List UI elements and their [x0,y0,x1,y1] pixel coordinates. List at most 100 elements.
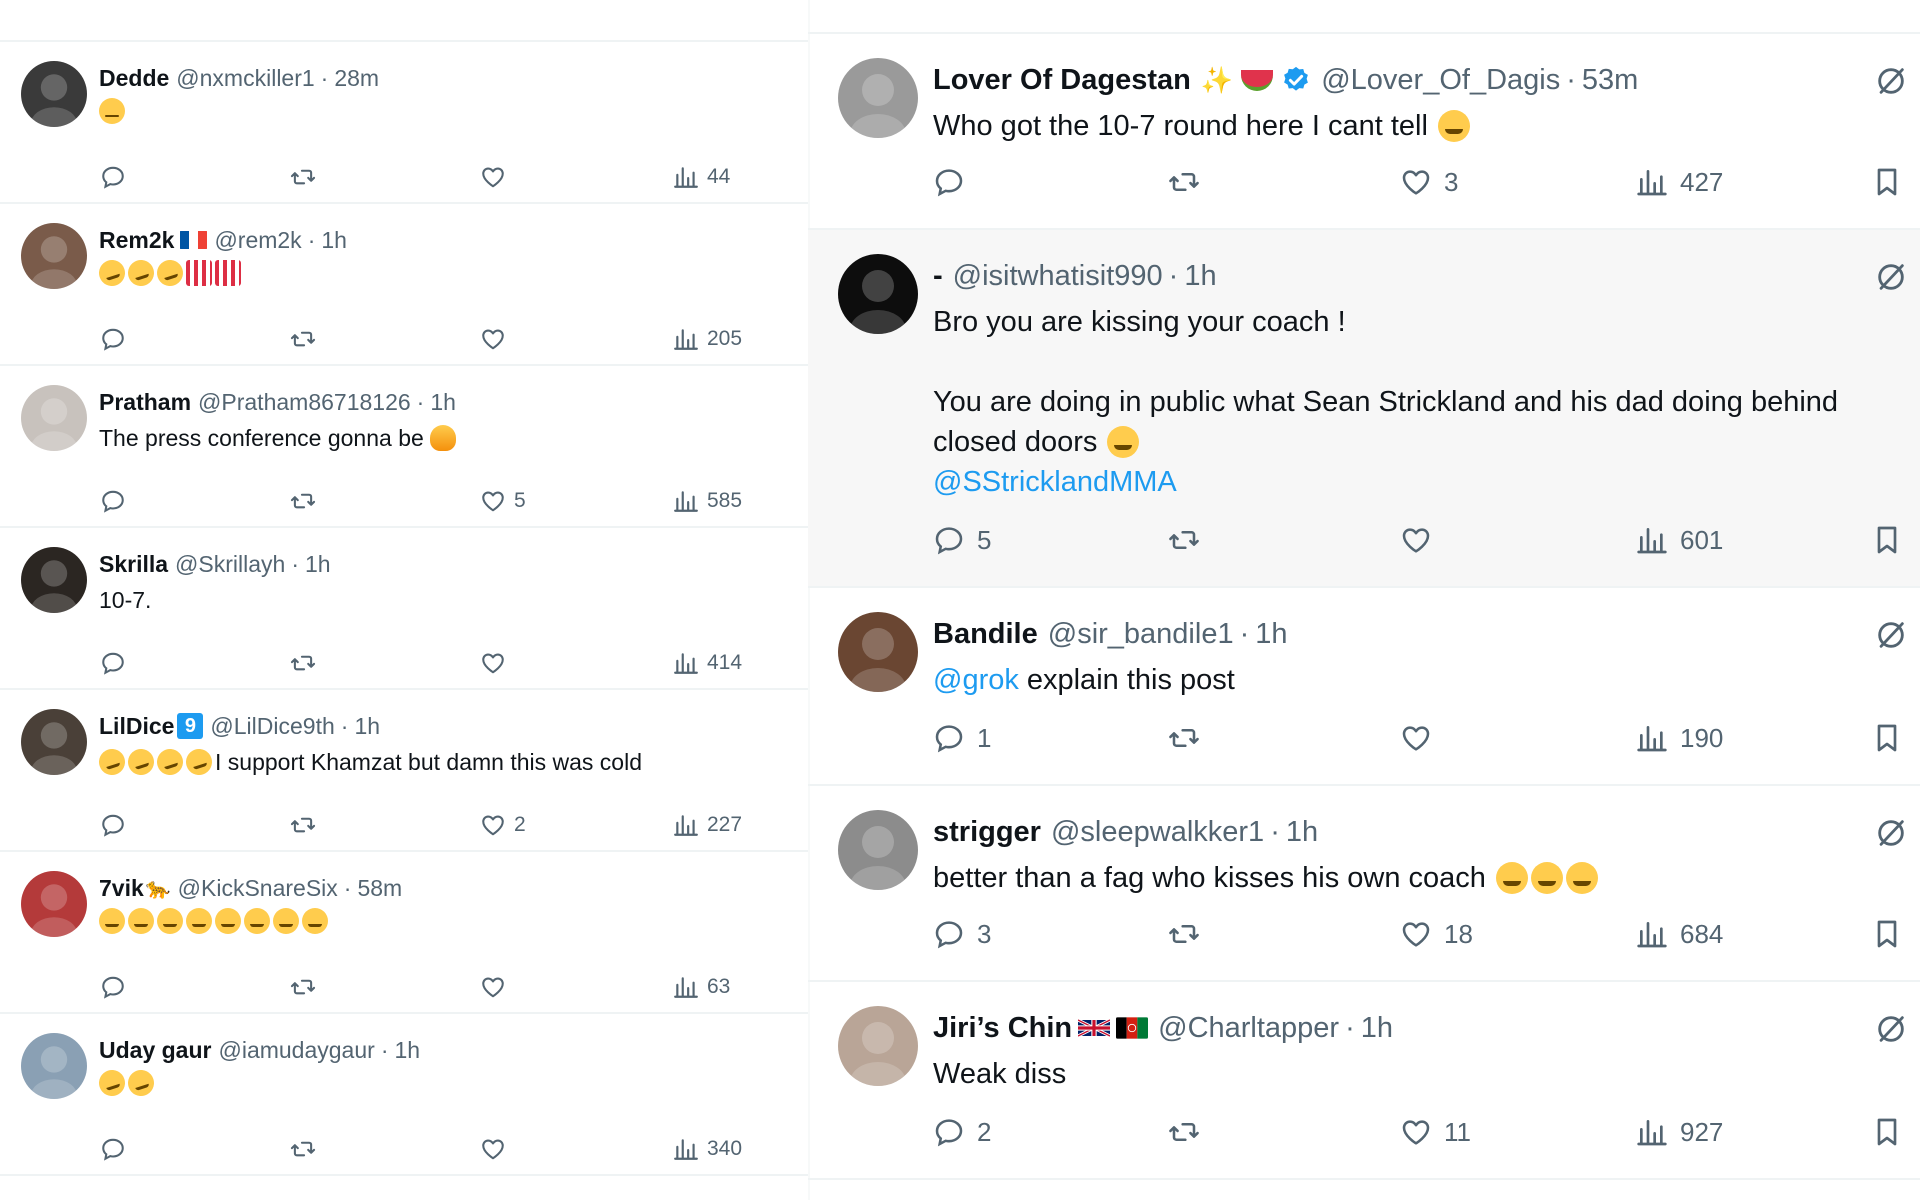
retweet-button[interactable] [290,163,316,191]
grok-icon[interactable] [1874,260,1908,299]
timestamp[interactable]: 1h [1184,260,1216,293]
user-handle[interactable]: @rem2k [214,227,301,254]
reply-tweet[interactable]: Rem2k @rem2k · 1h 205 [0,204,808,366]
retweet-button[interactable] [1168,720,1200,756]
reply-tweet[interactable]: Jiri’s Chin @Charltapper · 1h Weak diss 2 11 92… [808,982,1920,1180]
views-button[interactable]: 205 [673,325,742,353]
user-handle[interactable]: @Pratham86718126 [198,389,411,416]
reply-tweet[interactable]: Pratham @Pratham86718126 · 1h The press conf… [0,366,808,528]
timestamp[interactable]: 58m [357,875,402,902]
user-handle[interactable]: @sir_bandile1 [1048,618,1234,651]
user-handle[interactable]: @iamudaygaur [218,1037,374,1064]
user-handle[interactable]: @sleepwalkker1 [1051,816,1264,849]
views-button[interactable]: 927 [1636,1114,1723,1150]
retweet-button[interactable] [290,811,316,839]
user-handle[interactable]: @Skrillayh [175,551,285,578]
retweet-button[interactable] [290,487,316,515]
retweet-button[interactable] [1168,1114,1200,1150]
reply-tweet[interactable]: Bandile @sir_bandile1 · 1h @grok explain this… [808,588,1920,786]
avatar[interactable] [21,223,87,289]
like-button[interactable]: 2 [480,811,526,839]
views-button[interactable]: 227 [673,811,742,839]
reply-button[interactable] [100,649,126,677]
avatar[interactable] [21,871,87,937]
avatar[interactable] [21,61,87,127]
timestamp[interactable]: 1h [394,1037,420,1064]
display-name[interactable]: Lover Of Dagestan [933,64,1191,97]
timestamp[interactable]: 28m [334,65,379,92]
user-handle[interactable]: @Charltapper [1158,1012,1339,1045]
like-button[interactable] [480,649,506,677]
reply-button[interactable]: 2 [933,1114,991,1150]
bookmark-button[interactable] [1871,1114,1903,1150]
views-button[interactable]: 63 [673,973,730,1001]
timestamp[interactable]: 1h [305,551,331,578]
display-name[interactable]: - [933,260,943,293]
reply-button[interactable] [100,487,126,515]
avatar[interactable] [21,709,87,775]
reply-button[interactable] [100,325,126,353]
grok-icon[interactable] [1874,64,1908,103]
reply-button[interactable]: 5 [933,522,991,558]
retweet-button[interactable] [1168,916,1200,952]
avatar[interactable] [838,612,918,692]
timestamp[interactable]: 1h [321,227,347,254]
reply-tweet[interactable]: Lover Of Dagestan ✨ @Lover_Of_Dagis · 53m Who… [808,34,1920,230]
like-button[interactable] [1400,720,1432,756]
views-button[interactable]: 190 [1636,720,1723,756]
like-button[interactable] [480,163,506,191]
reply-tweet[interactable]: strigger @sleepwalkker1 · 1h better than a f… [808,786,1920,982]
user-handle[interactable]: @Lover_Of_Dagis [1321,64,1560,97]
reply-tweet[interactable]: - @isitwhatisit990 · 1h Bro you are kissing … [808,230,1920,588]
like-button[interactable]: 11 [1400,1114,1471,1150]
mention-link[interactable]: @grok [933,660,1019,700]
reply-button[interactable] [100,1135,126,1163]
display-name[interactable]: Dedde [99,65,169,92]
reply-tweet[interactable]: Skrilla @Skrillayh · 1h 10-7. 414 [0,528,808,690]
avatar[interactable] [21,1033,87,1099]
avatar[interactable] [21,547,87,613]
like-button[interactable]: 5 [480,487,526,515]
like-button[interactable] [480,973,506,1001]
like-button[interactable] [480,1135,506,1163]
display-name[interactable]: Bandile [933,618,1038,651]
user-handle[interactable]: @isitwhatisit990 [953,260,1163,293]
avatar[interactable] [838,254,918,334]
retweet-button[interactable] [290,973,316,1001]
display-name[interactable]: Pratham [99,389,191,416]
bookmark-button[interactable] [1871,720,1903,756]
user-handle[interactable]: @KickSnareSix [178,875,338,902]
grok-icon[interactable] [1874,816,1908,855]
views-button[interactable]: 684 [1636,916,1723,952]
avatar[interactable] [21,385,87,451]
views-button[interactable]: 414 [673,649,742,677]
display-name[interactable]: LilDice [99,713,174,740]
avatar[interactable] [838,1006,918,1086]
reply-tweet[interactable]: Dedde @nxmckiller1 · 28m 44 [0,42,808,204]
views-button[interactable]: 427 [1636,164,1723,200]
reply-tweet[interactable]: Uday gaur @iamudaygaur · 1h 340 [0,1014,808,1176]
reply-button[interactable] [100,973,126,1001]
reply-button[interactable] [933,164,965,200]
retweet-button[interactable] [290,649,316,677]
timestamp[interactable]: 1h [430,389,456,416]
reply-button[interactable]: 1 [933,720,991,756]
mention-link[interactable]: @SStricklandMMA [933,462,1838,502]
avatar[interactable] [838,58,918,138]
grok-icon[interactable] [1874,1012,1908,1051]
reply-button[interactable] [100,811,126,839]
timestamp[interactable]: 1h [1255,618,1287,651]
grok-icon[interactable] [1874,618,1908,657]
like-button[interactable] [1400,522,1432,558]
reply-button[interactable]: 3 [933,916,991,952]
timestamp[interactable]: 1h [354,713,380,740]
display-name[interactable]: Rem2k [99,227,174,254]
timestamp[interactable]: 1h [1286,816,1318,849]
reply-button[interactable] [100,163,126,191]
like-button[interactable]: 3 [1400,164,1458,200]
views-button[interactable]: 601 [1636,522,1723,558]
bookmark-button[interactable] [1871,916,1903,952]
bookmark-button[interactable] [1871,164,1903,200]
bookmark-button[interactable] [1871,522,1903,558]
retweet-button[interactable] [290,325,316,353]
